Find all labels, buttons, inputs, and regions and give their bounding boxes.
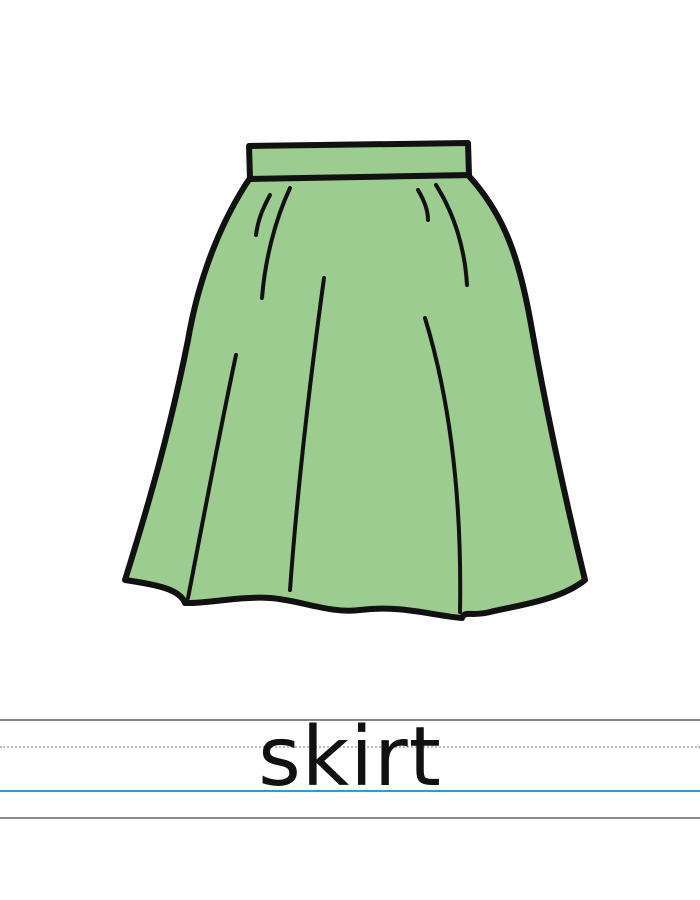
skirt-icon: [122, 140, 588, 621]
flashcard-page: { "card": { "word": "skirt", "illustrati…: [0, 0, 700, 900]
skirt-waistband: [246, 140, 472, 182]
skirt-body: [122, 172, 588, 621]
vocabulary-word: skirt: [258, 710, 442, 805]
handwriting-guide: skirt: [0, 715, 700, 825]
bottom-guide-line: [0, 817, 700, 819]
